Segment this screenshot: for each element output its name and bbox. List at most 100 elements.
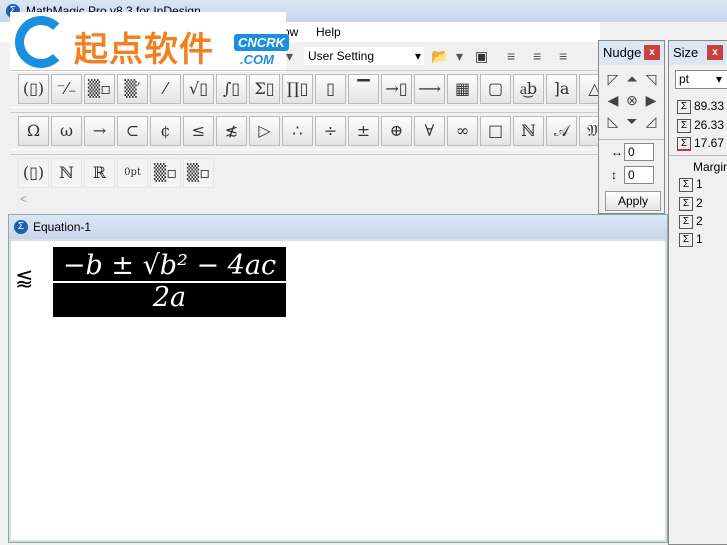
row1-palette-button[interactable]: ▦: [447, 74, 478, 104]
row1-palette-button[interactable]: ▒′: [117, 74, 148, 104]
apply-button[interactable]: Apply: [605, 191, 661, 211]
row3-palette-button[interactable]: (▯): [18, 158, 49, 188]
row2-palette-button[interactable]: ÷: [315, 116, 346, 146]
nudge-arrow-icon[interactable]: ◀: [605, 92, 621, 108]
margin-top-value[interactable]: 1: [696, 177, 703, 191]
row1-palette-button[interactable]: ⟶: [414, 74, 445, 104]
row3-palette-button[interactable]: ▒▫: [150, 158, 181, 188]
row2-palette-button[interactable]: ω: [51, 116, 82, 146]
row1-palette-button[interactable]: (▯): [18, 74, 49, 104]
row1-palette-button[interactable]: ▯: [315, 74, 346, 104]
row1-palette-button[interactable]: ∏▯: [282, 74, 313, 104]
row2-palette-button[interactable]: ∴: [282, 116, 313, 146]
style-dropdown[interactable]: User Setting ▾: [303, 46, 425, 66]
margin-left-value[interactable]: 2: [696, 196, 703, 210]
row1-palette-button[interactable]: a͜b: [513, 74, 544, 104]
nudge-arrow-icon[interactable]: ⏶: [624, 71, 640, 87]
row2-palette-button[interactable]: 𝒜: [546, 116, 577, 146]
row3-palette-button[interactable]: ℝ: [84, 158, 115, 188]
align-center-icon[interactable]: ≡: [533, 47, 541, 65]
row2-palette-button[interactable]: ⊂: [117, 116, 148, 146]
height-value: 26.33: [694, 118, 725, 132]
row1-palette-button[interactable]: √▯: [183, 74, 214, 104]
row1-palette-button[interactable]: ▢: [480, 74, 511, 104]
equation-editor[interactable]: ⪅ −b ± √b² − 4ac 2a: [9, 239, 667, 542]
template-palette-row: (▯) ⁻⁄₋ ▒▫ ▒′ ⁄ √▯ ∫▯ Σ▯ ∏▯ ▯ ▔ →▯ ⟶ ▦ ▢ a͜b]a △: [10, 70, 610, 108]
equation-title: Equation-1: [33, 220, 92, 234]
height-sigma-icon: Σ: [677, 118, 691, 133]
nudge-arrow-icon[interactable]: ◺: [605, 113, 621, 129]
align-left-icon[interactable]: ≡: [507, 47, 515, 65]
row2-palette-button[interactable]: ¢: [150, 116, 181, 146]
vertical-nudge-input[interactable]: 0: [624, 166, 654, 184]
row3-palette-button[interactable]: ▒▫: [183, 158, 214, 188]
margin-right-icon: Σ: [679, 214, 693, 229]
watermark-logo: 起点软件 CNCRK .COM: [10, 12, 289, 72]
row2-palette-button[interactable]: □: [480, 116, 511, 146]
save-icon[interactable]: ▣: [475, 47, 488, 65]
size-title: Size: [673, 45, 699, 60]
margin-top-icon: Σ: [679, 177, 693, 192]
nudge-arrow-icon[interactable]: ▶: [643, 92, 659, 108]
row2-palette-button[interactable]: ≴: [216, 116, 247, 146]
logo-circle-icon: [15, 16, 67, 68]
unit-dropdown[interactable]: pt ▾: [675, 70, 727, 89]
row1-palette-button[interactable]: ▔: [348, 74, 379, 104]
nudge-arrow-icon[interactable]: ⊗: [624, 92, 640, 108]
horizontal-nudge-icon: ↔: [611, 145, 623, 159]
nudge-arrow-icon[interactable]: ◸: [605, 71, 621, 87]
close-icon[interactable]: x: [644, 45, 660, 60]
logo-text-en: CNCRK: [234, 34, 289, 51]
margin-label: Margin: [693, 160, 727, 174]
width-row: Σ 89.33: [677, 99, 724, 114]
symbol-palette-row: Ωω → ⊂ ¢ ≤ ≴ ▷ ∴ ÷ ± ⊕ ∀ ∞ □ ℕ 𝒜 𝔐: [10, 112, 610, 150]
width-value: 89.33: [694, 99, 725, 113]
row3-palette-button[interactable]: ℕ: [51, 158, 82, 188]
sigma-icon: Σ: [14, 220, 28, 234]
scroll-left-arrow[interactable]: <: [20, 192, 27, 206]
chevron-down-icon: ▾: [716, 72, 723, 86]
nudge-title: Nudge: [603, 45, 642, 60]
numerator[interactable]: −b ± √b² − 4ac: [53, 247, 286, 283]
nudge-arrow-icon[interactable]: ◹: [643, 71, 659, 87]
inserted-symbol[interactable]: ⪅: [15, 266, 33, 291]
chevron-down-icon: ▾: [414, 49, 421, 63]
row2-palette-button[interactable]: ∞: [447, 116, 478, 146]
row2-palette-button[interactable]: Ω: [18, 116, 49, 146]
denominator[interactable]: 2a: [53, 283, 286, 313]
equation-title-bar: Σ Equation-1: [9, 215, 667, 239]
row1-palette-button[interactable]: ⁻⁄₋: [51, 74, 82, 104]
margin-bottom-value[interactable]: 1: [696, 232, 703, 246]
logo-text: 起点软件: [74, 30, 214, 70]
row3-palette-button[interactable]: 0pt: [117, 158, 148, 188]
align-right-icon[interactable]: ≡: [559, 47, 567, 65]
row2-palette-button[interactable]: ∀: [414, 116, 445, 146]
row1-palette-button[interactable]: ]a: [546, 74, 577, 104]
row2-palette-button[interactable]: ℕ: [513, 116, 544, 146]
nudge-arrow-icon[interactable]: ◿: [643, 113, 659, 129]
depth-value: 17.67: [694, 136, 725, 150]
row2-palette-button[interactable]: ±: [348, 116, 379, 146]
width-sigma-icon: Σ: [677, 99, 691, 114]
row1-palette-button[interactable]: ∫▯: [216, 74, 247, 104]
row1-palette-button[interactable]: Σ▯: [249, 74, 280, 104]
height-row: Σ 26.33: [677, 118, 724, 133]
close-icon[interactable]: x: [707, 45, 723, 60]
open-folder-icon[interactable]: 📂: [431, 47, 448, 65]
nudge-arrow-icon[interactable]: ⏷: [624, 113, 640, 129]
row2-palette-button[interactable]: ▷: [249, 116, 280, 146]
margin-right-value[interactable]: 2: [696, 214, 703, 228]
row2-palette-button[interactable]: ⊕: [381, 116, 412, 146]
menu-help[interactable]: Help: [316, 22, 341, 42]
size-panel: Size x pt ▾ Σ 89.33 Σ 26.33 Σ 17.67 Margin Σ1…: [668, 40, 727, 545]
row1-palette-button[interactable]: →▯: [381, 74, 412, 104]
quadratic-formula[interactable]: −b ± √b² − 4ac 2a: [53, 247, 286, 317]
row2-palette-button[interactable]: ≤: [183, 116, 214, 146]
row1-palette-button[interactable]: ⁄: [150, 74, 181, 104]
row2-palette-button[interactable]: →: [84, 116, 115, 146]
depth-sigma-icon: Σ: [677, 136, 691, 151]
horizontal-nudge-input[interactable]: 0: [624, 143, 654, 161]
chevron-down-icon[interactable]: ▾: [456, 47, 463, 65]
row1-palette-button[interactable]: ▒▫: [84, 74, 115, 104]
nudge-panel: Nudge x ◸ ⏶ ◹ ◀ ⊗ ▶ ◺ ⏷ ◿ ↔ 0 ↕ 0 Apply: [598, 40, 665, 214]
